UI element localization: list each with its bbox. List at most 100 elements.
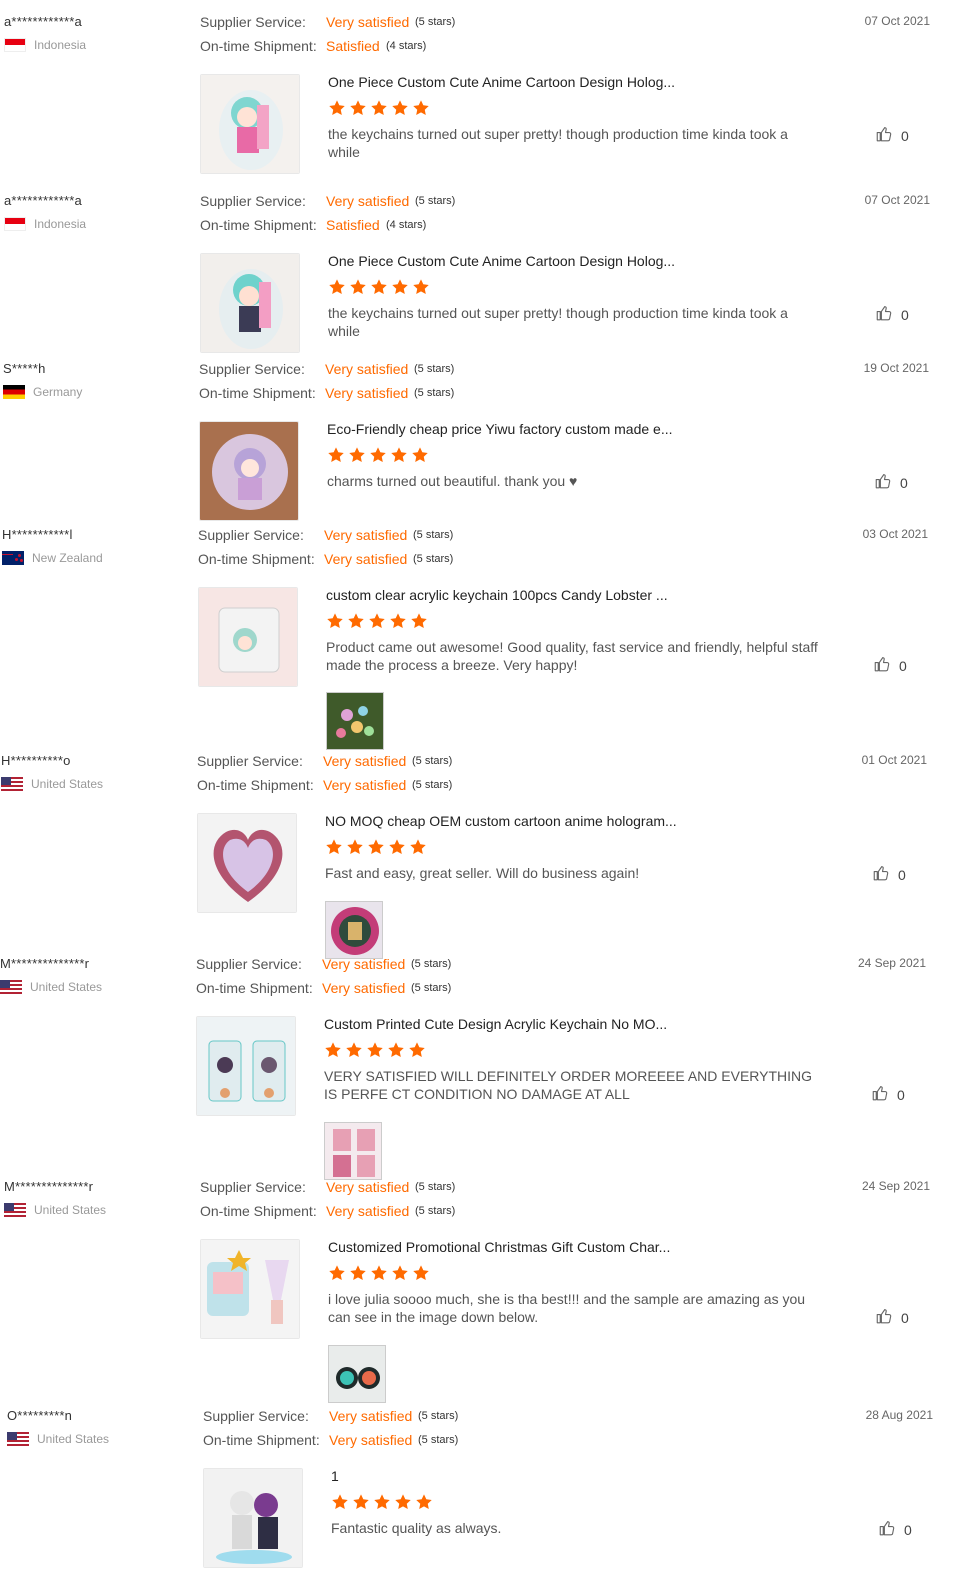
review-comment: Fantastic quality as always.	[331, 1520, 502, 1536]
star-icon	[390, 446, 408, 464]
product-thumbnail[interactable]	[200, 253, 300, 353]
review-star-rating	[325, 838, 427, 856]
thumbs-up-icon	[871, 1084, 889, 1105]
review-date: 07 Oct 2021	[864, 193, 930, 207]
like-count: 0	[898, 866, 906, 883]
like-button[interactable]: 0	[874, 472, 908, 493]
country-flag-icon	[4, 38, 26, 52]
review-photo-attachment[interactable]	[325, 901, 383, 959]
ontime-shipment-rating: Very satisfied	[325, 385, 409, 401]
product-thumbnail[interactable]	[200, 1239, 300, 1339]
like-count: 0	[899, 657, 907, 674]
buyer-name: M**************r	[4, 1179, 94, 1194]
product-thumbnail[interactable]	[200, 74, 300, 174]
review-date: 24 Sep 2021	[861, 1179, 930, 1193]
review-photo-attachment[interactable]	[328, 1345, 386, 1403]
review-date: 07 Oct 2021	[864, 14, 930, 28]
star-icon	[352, 1493, 370, 1511]
review-star-rating	[327, 446, 429, 464]
review-comment: VERY SATISFIED WILL DEFINITELY ORDER MOR…	[324, 1068, 813, 1102]
product-title-link[interactable]: Customized Promotional Christmas Gift Cu…	[328, 1239, 670, 1255]
star-icon	[415, 1493, 433, 1511]
ontime-shipment-rating: Very satisfied	[329, 1432, 413, 1448]
thumbs-up-icon	[875, 1307, 893, 1328]
ontime-shipment-stars: (5 stars)	[414, 387, 455, 399]
country-flag-icon	[4, 217, 26, 231]
buyer-country: United States	[0, 980, 102, 994]
supplier-service-label: Supplier Service:	[203, 1408, 309, 1424]
review-photo-attachment[interactable]	[324, 1122, 382, 1180]
like-button[interactable]: 0	[872, 864, 906, 885]
buyer-name: H**********o	[1, 753, 71, 768]
product-thumbnail[interactable]	[203, 1468, 303, 1568]
star-icon	[369, 446, 387, 464]
country-name: Germany	[33, 385, 83, 399]
star-icon	[409, 838, 427, 856]
supplier-service-rating: Very satisfied	[322, 956, 406, 972]
product-title-link[interactable]: 1	[331, 1468, 339, 1484]
product-title-link[interactable]: custom clear acrylic keychain 100pcs Can…	[326, 587, 668, 603]
buyer-country: Indonesia	[4, 38, 86, 52]
product-thumbnail[interactable]	[199, 421, 299, 521]
review-photo-attachment[interactable]	[326, 692, 384, 750]
like-button[interactable]: 0	[875, 1307, 909, 1328]
ontime-shipment-stars: (4 stars)	[386, 40, 427, 52]
supplier-service-rating: Very satisfied	[329, 1408, 413, 1424]
product-thumbnail[interactable]	[197, 813, 297, 913]
product-title-link[interactable]: NO MOQ cheap OEM custom cartoon anime ho…	[325, 813, 677, 829]
product-thumbnail[interactable]	[196, 1016, 296, 1116]
product-title-link[interactable]: Eco-Friendly cheap price Yiwu factory cu…	[327, 421, 672, 437]
star-icon	[391, 99, 409, 117]
review-star-rating	[331, 1493, 433, 1511]
star-icon	[345, 1041, 363, 1059]
star-icon	[412, 278, 430, 296]
supplier-service-rating: Very satisfied	[326, 193, 410, 209]
supplier-service-label: Supplier Service:	[199, 361, 305, 377]
ontime-shipment-rating: Very satisfied	[323, 777, 407, 793]
product-title-link[interactable]: One Piece Custom Cute Anime Cartoon Desi…	[328, 74, 675, 90]
thumbs-up-icon	[873, 655, 891, 676]
country-name: Indonesia	[34, 38, 87, 52]
ontime-shipment-label: On-time Shipment:	[203, 1432, 320, 1448]
review-star-rating	[328, 99, 430, 117]
like-button[interactable]: 0	[871, 1084, 905, 1105]
review-star-rating	[328, 1264, 430, 1282]
star-icon	[349, 278, 367, 296]
star-icon	[411, 446, 429, 464]
star-icon	[327, 446, 345, 464]
supplier-service-stars: (5 stars)	[413, 529, 454, 541]
buyer-name: a************a	[4, 14, 82, 29]
star-icon	[328, 278, 346, 296]
like-button[interactable]: 0	[873, 655, 907, 676]
like-button[interactable]: 0	[875, 125, 909, 146]
ontime-shipment-rating: Very satisfied	[324, 551, 408, 567]
buyer-country: Germany	[3, 385, 82, 399]
ontime-shipment-rating: Very satisfied	[322, 980, 406, 996]
supplier-service-stars: (5 stars)	[415, 1181, 456, 1193]
product-title-link[interactable]: Custom Printed Cute Design Acrylic Keych…	[324, 1016, 667, 1032]
product-thumbnail[interactable]	[198, 587, 298, 687]
review-star-rating	[326, 612, 428, 630]
like-count: 0	[897, 1086, 905, 1103]
buyer-country: United States	[7, 1432, 109, 1446]
star-icon	[324, 1041, 342, 1059]
review-date: 19 Oct 2021	[863, 361, 929, 375]
ontime-shipment-label: On-time Shipment:	[200, 38, 317, 54]
country-name: Indonesia	[34, 217, 87, 231]
like-button[interactable]: 0	[875, 304, 909, 325]
review-comment: i love julia soooo much, she is tha best…	[328, 1291, 806, 1325]
ontime-shipment-stars: (5 stars)	[415, 1205, 456, 1217]
ontime-shipment-label: On-time Shipment:	[197, 777, 314, 793]
like-button[interactable]: 0	[878, 1519, 912, 1540]
review-date: 01 Oct 2021	[861, 753, 927, 767]
supplier-service-stars: (5 stars)	[418, 1410, 459, 1422]
supplier-service-label: Supplier Service:	[196, 956, 302, 972]
product-title-link[interactable]: One Piece Custom Cute Anime Cartoon Desi…	[328, 253, 675, 269]
country-flag-icon	[3, 385, 25, 399]
review-star-rating	[324, 1041, 426, 1059]
country-name: New Zealand	[32, 551, 103, 565]
buyer-country: Indonesia	[4, 217, 86, 231]
star-icon	[368, 612, 386, 630]
ontime-shipment-label: On-time Shipment:	[199, 385, 316, 401]
supplier-service-label: Supplier Service:	[198, 527, 304, 543]
